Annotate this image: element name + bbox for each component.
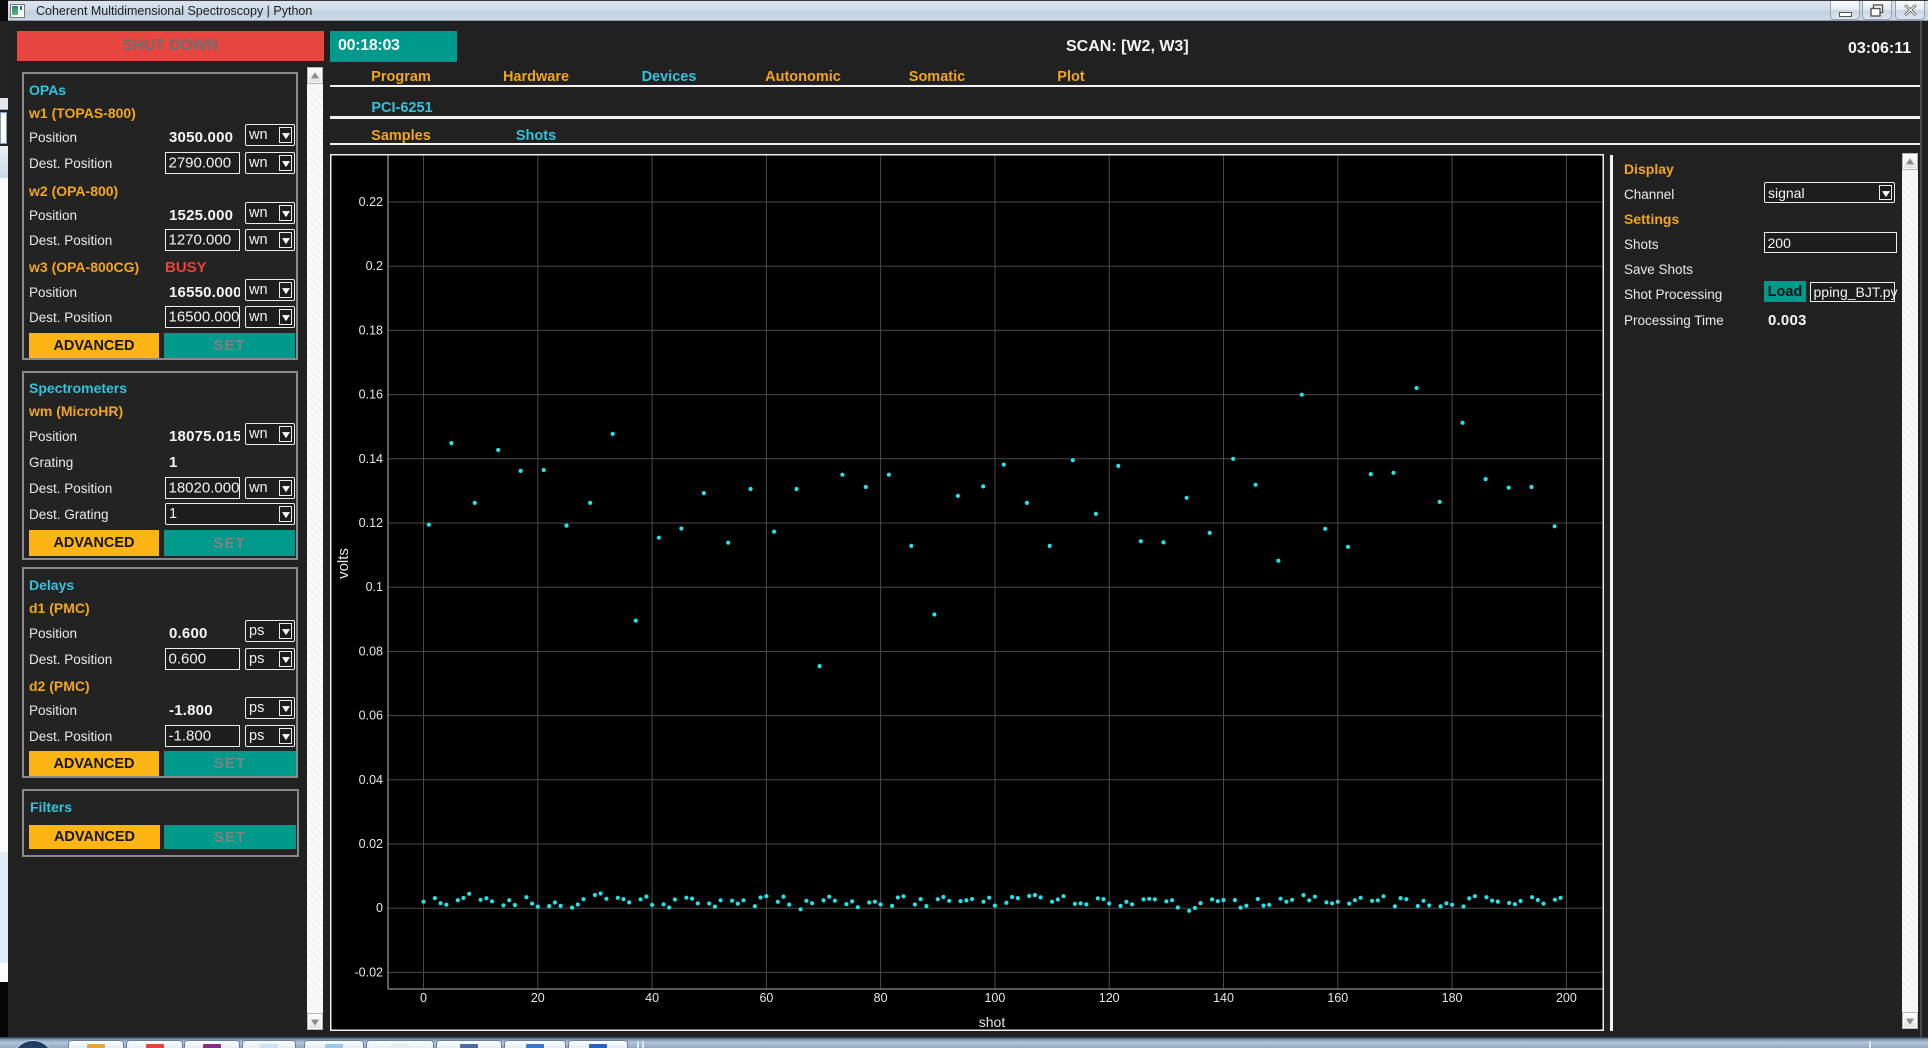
svg-text:0.12: 0.12 bbox=[359, 516, 383, 530]
svg-text:180: 180 bbox=[1442, 991, 1463, 1005]
svg-text:40: 40 bbox=[645, 991, 659, 1005]
svg-text:120: 120 bbox=[1099, 991, 1120, 1005]
svg-text:0.08: 0.08 bbox=[359, 644, 383, 658]
svg-text:0.22: 0.22 bbox=[359, 195, 383, 209]
svg-text:200: 200 bbox=[1556, 991, 1577, 1005]
svg-text:0: 0 bbox=[420, 991, 427, 1005]
svg-text:0.02: 0.02 bbox=[359, 837, 383, 851]
svg-text:160: 160 bbox=[1327, 991, 1348, 1005]
svg-text:0.2: 0.2 bbox=[366, 259, 383, 273]
svg-text:0.04: 0.04 bbox=[359, 773, 383, 787]
svg-text:0: 0 bbox=[376, 901, 383, 915]
svg-text:-0.02: -0.02 bbox=[355, 965, 384, 979]
svg-text:60: 60 bbox=[759, 991, 773, 1005]
svg-text:shot: shot bbox=[979, 1014, 1006, 1030]
svg-text:80: 80 bbox=[874, 991, 888, 1005]
svg-text:0.1: 0.1 bbox=[366, 580, 383, 594]
svg-text:0.14: 0.14 bbox=[359, 452, 383, 466]
svg-text:100: 100 bbox=[984, 991, 1005, 1005]
svg-text:140: 140 bbox=[1213, 991, 1234, 1005]
svg-text:0.16: 0.16 bbox=[359, 388, 383, 402]
svg-text:20: 20 bbox=[531, 991, 545, 1005]
svg-text:volts: volts bbox=[335, 548, 352, 579]
svg-text:0.06: 0.06 bbox=[359, 709, 383, 723]
svg-text:0.18: 0.18 bbox=[359, 323, 383, 337]
